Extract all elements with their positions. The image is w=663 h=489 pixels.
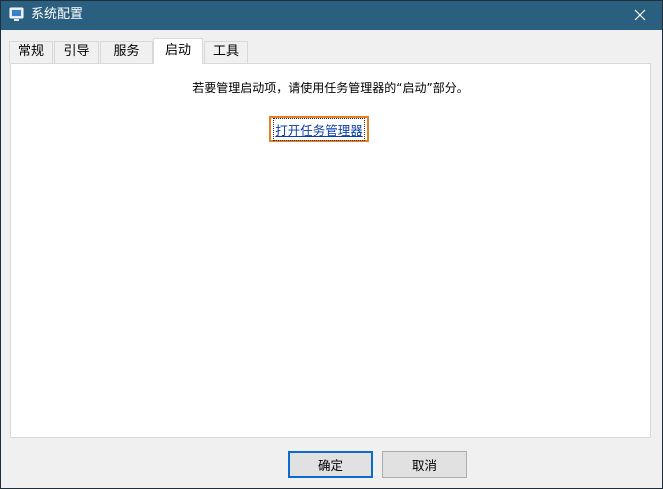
ok-button[interactable]: 确定 — [288, 451, 373, 478]
startup-panel: 若要管理启动项，请使用任务管理器的“启动”部分。 打开任务管理器 — [10, 63, 651, 438]
tab-services[interactable]: 服务 — [100, 41, 153, 63]
tab-general[interactable]: 常规 — [9, 41, 53, 63]
dialog-footer: 确定 取消 — [1, 439, 662, 488]
window-title: 系统配置 — [31, 7, 84, 22]
title-bar: 系统配置 — [1, 1, 662, 30]
system-config-window: 系统配置 常规 引导 服务 启动 工具 若要管理启动项，请使用任务管理器的“启动… — [0, 0, 663, 489]
open-task-manager-link[interactable]: 打开任务管理器 — [273, 117, 365, 141]
close-icon — [634, 6, 646, 25]
startup-instruction: 若要管理启动项，请使用任务管理器的“启动”部分。 — [192, 81, 469, 95]
tab-tools[interactable]: 工具 — [204, 41, 248, 63]
highlight-box: 打开任务管理器 — [269, 116, 369, 142]
tab-boot[interactable]: 引导 — [54, 41, 99, 63]
tab-startup[interactable]: 启动 — [153, 38, 203, 64]
system-config-icon — [9, 7, 24, 22]
cancel-button[interactable]: 取消 — [382, 451, 467, 478]
close-button[interactable] — [618, 1, 662, 30]
